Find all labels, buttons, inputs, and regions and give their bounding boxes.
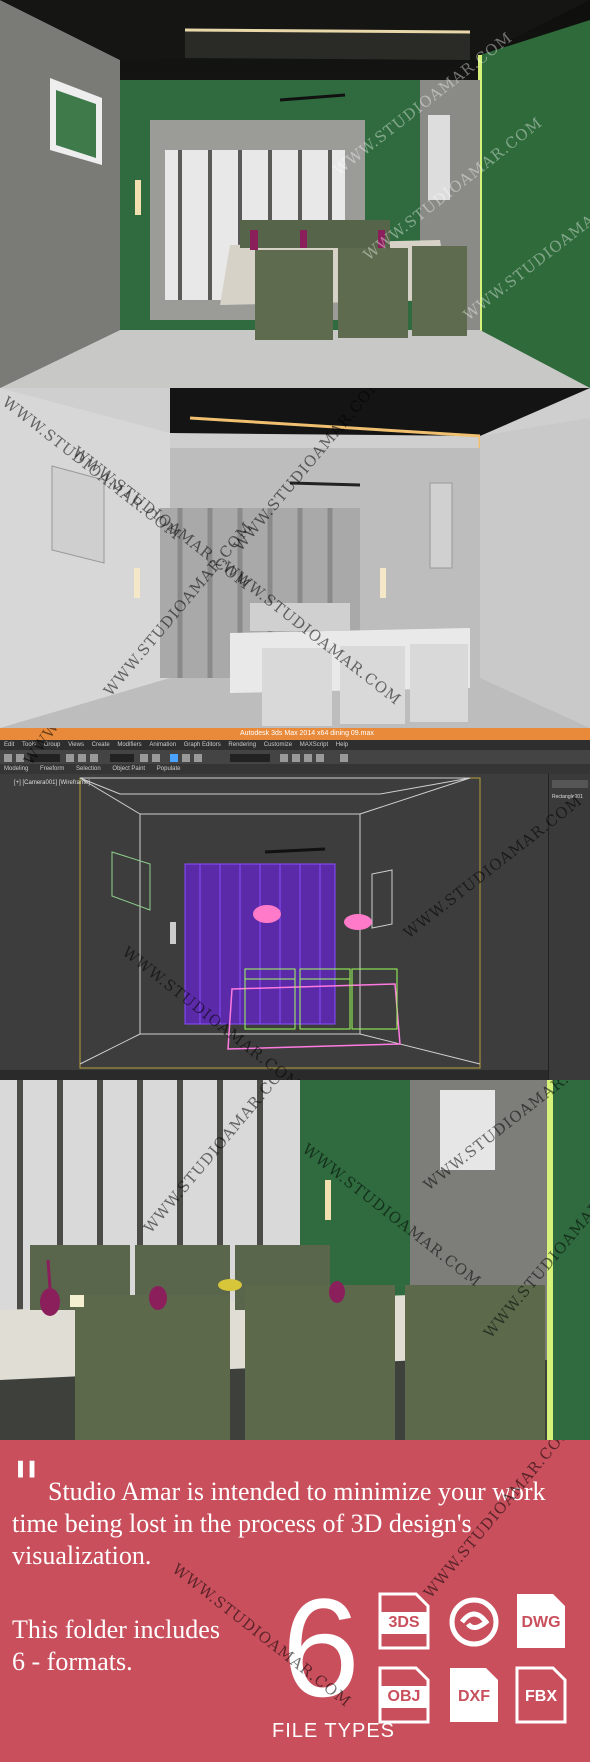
tab-modeling[interactable]: Modeling [4, 766, 28, 772]
viewport-label[interactable]: [+] [Camera001] [Wireframe] [14, 780, 90, 786]
fbx-file-icon: FBX [515, 1666, 567, 1724]
autodesk-max-logo-icon [448, 1592, 500, 1650]
tab-freeform[interactable]: Freeform [40, 766, 64, 772]
obj-file-icon: OBJ [378, 1666, 430, 1724]
dwg-file-icon: DWG [515, 1592, 567, 1650]
menu-graph-editors[interactable]: Graph Editors [184, 742, 221, 748]
3ds-file-icon: 3DS [378, 1592, 430, 1650]
menu-animation[interactable]: Animation [149, 742, 176, 748]
dxf-file-icon: DXF [448, 1666, 500, 1724]
ribbon-tabs: Modeling Freeform Selection Object Paint… [0, 764, 590, 774]
menu-help[interactable]: Help [336, 742, 348, 748]
menu-create[interactable]: Create [92, 742, 110, 748]
tab-populate[interactable]: Populate [157, 766, 181, 772]
command-panel-tabs[interactable] [552, 780, 588, 788]
window-title: Autodesk 3ds Max 2014 x64 dining 09.max [240, 730, 374, 737]
menu-rendering[interactable]: Rendering [228, 742, 256, 748]
toolbar-icons [4, 754, 348, 762]
dining-room-render-color [0, 0, 590, 388]
wireframe-viewport[interactable]: [+] [Camera001] [Wireframe] [0, 774, 548, 1070]
tab-object-paint[interactable]: Object Paint [112, 766, 145, 772]
promo-banner: " Studio Amar is intended to minimize yo… [0, 1440, 590, 1762]
file-types-caption: FILE TYPES [272, 1720, 396, 1742]
tab-selection[interactable]: Selection [76, 766, 101, 772]
max-title-bar: Autodesk 3ds Max 2014 x64 dining 09.max [0, 728, 590, 740]
menu-edit[interactable]: Edit [4, 742, 14, 748]
menu-views[interactable]: Views [68, 742, 84, 748]
folder-line-2: 6 - formats. [12, 1647, 133, 1676]
menu-maxscript[interactable]: MAXScript [300, 742, 328, 748]
max-viewport-screenshot: Autodesk 3ds Max 2014 x64 dining 09.max … [0, 728, 590, 1080]
promo-headline: Studio Amar is intended to minimize your… [12, 1476, 587, 1572]
render-color-view: WWW.STUDIOAMAR.COM WWW.STUDIOAMAR.COM WW… [0, 0, 590, 388]
menu-customize[interactable]: Customize [264, 742, 292, 748]
main-toolbar [0, 750, 590, 764]
dining-room-render-clay [0, 388, 590, 728]
render-clay-view: WWW.STUDIOAMAR.COM WWW.STUDIOAMAR.COM WW… [0, 388, 590, 728]
menu-modifiers[interactable]: Modifiers [117, 742, 141, 748]
render-closeup-view: WWW.STUDIOAMAR.COM WWW.STUDIOAMAR.COM WW… [0, 1080, 590, 1440]
max-menu-bar: Edit Tools Group Views Create Modifiers … [0, 740, 590, 750]
